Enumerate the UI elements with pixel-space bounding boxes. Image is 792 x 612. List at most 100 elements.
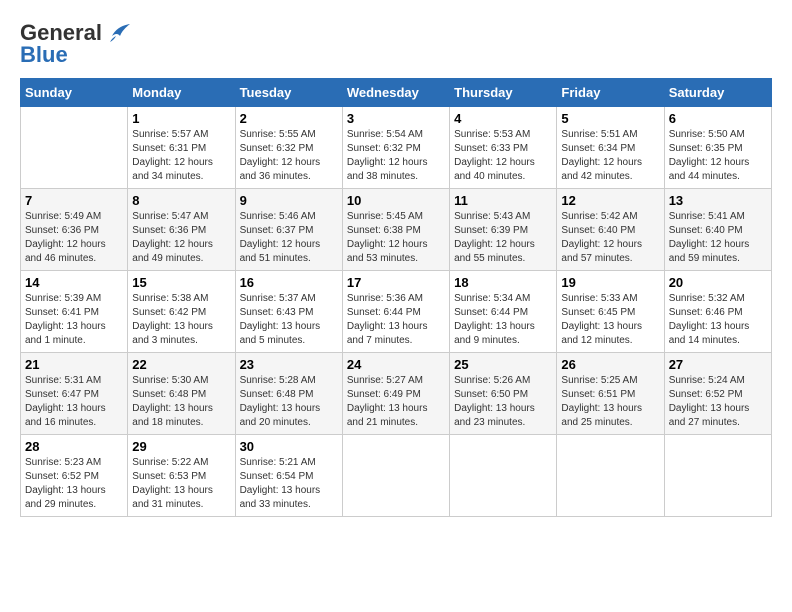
day-info: Sunrise: 5:47 AM Sunset: 6:36 PM Dayligh… xyxy=(132,210,230,266)
logo-blue: Blue xyxy=(20,42,68,68)
day-info: Sunrise: 5:36 AM Sunset: 6:44 PM Dayligh… xyxy=(347,292,445,348)
calendar-cell: 22 Sunrise: 5:30 AM Sunset: 6:48 PM Dayl… xyxy=(128,353,235,435)
day-info: Sunrise: 5:50 AM Sunset: 6:35 PM Dayligh… xyxy=(669,128,767,184)
day-info: Sunrise: 5:43 AM Sunset: 6:39 PM Dayligh… xyxy=(454,210,552,266)
calendar-cell xyxy=(557,435,664,517)
day-number: 18 xyxy=(454,275,552,290)
calendar-cell: 23 Sunrise: 5:28 AM Sunset: 6:48 PM Dayl… xyxy=(235,353,342,435)
day-number: 26 xyxy=(561,357,659,372)
day-info: Sunrise: 5:55 AM Sunset: 6:32 PM Dayligh… xyxy=(240,128,338,184)
day-number: 11 xyxy=(454,193,552,208)
calendar-cell: 7 Sunrise: 5:49 AM Sunset: 6:36 PM Dayli… xyxy=(21,189,128,271)
day-info: Sunrise: 5:34 AM Sunset: 6:44 PM Dayligh… xyxy=(454,292,552,348)
calendar-cell: 28 Sunrise: 5:23 AM Sunset: 6:52 PM Dayl… xyxy=(21,435,128,517)
day-info: Sunrise: 5:37 AM Sunset: 6:43 PM Dayligh… xyxy=(240,292,338,348)
day-info: Sunrise: 5:39 AM Sunset: 6:41 PM Dayligh… xyxy=(25,292,123,348)
col-header-saturday: Saturday xyxy=(664,79,771,107)
day-number: 24 xyxy=(347,357,445,372)
day-number: 13 xyxy=(669,193,767,208)
calendar-cell: 27 Sunrise: 5:24 AM Sunset: 6:52 PM Dayl… xyxy=(664,353,771,435)
day-info: Sunrise: 5:53 AM Sunset: 6:33 PM Dayligh… xyxy=(454,128,552,184)
calendar-cell: 24 Sunrise: 5:27 AM Sunset: 6:49 PM Dayl… xyxy=(342,353,449,435)
col-header-monday: Monday xyxy=(128,79,235,107)
calendar-cell: 19 Sunrise: 5:33 AM Sunset: 6:45 PM Dayl… xyxy=(557,271,664,353)
calendar-cell: 26 Sunrise: 5:25 AM Sunset: 6:51 PM Dayl… xyxy=(557,353,664,435)
day-number: 15 xyxy=(132,275,230,290)
day-info: Sunrise: 5:23 AM Sunset: 6:52 PM Dayligh… xyxy=(25,456,123,512)
day-info: Sunrise: 5:42 AM Sunset: 6:40 PM Dayligh… xyxy=(561,210,659,266)
day-info: Sunrise: 5:57 AM Sunset: 6:31 PM Dayligh… xyxy=(132,128,230,184)
day-info: Sunrise: 5:26 AM Sunset: 6:50 PM Dayligh… xyxy=(454,374,552,430)
calendar-cell: 5 Sunrise: 5:51 AM Sunset: 6:34 PM Dayli… xyxy=(557,107,664,189)
day-number: 25 xyxy=(454,357,552,372)
day-number: 8 xyxy=(132,193,230,208)
calendar-cell: 9 Sunrise: 5:46 AM Sunset: 6:37 PM Dayli… xyxy=(235,189,342,271)
day-info: Sunrise: 5:45 AM Sunset: 6:38 PM Dayligh… xyxy=(347,210,445,266)
day-number: 14 xyxy=(25,275,123,290)
day-number: 27 xyxy=(669,357,767,372)
calendar-cell xyxy=(342,435,449,517)
calendar-cell: 2 Sunrise: 5:55 AM Sunset: 6:32 PM Dayli… xyxy=(235,107,342,189)
day-info: Sunrise: 5:46 AM Sunset: 6:37 PM Dayligh… xyxy=(240,210,338,266)
day-number: 10 xyxy=(347,193,445,208)
day-number: 30 xyxy=(240,439,338,454)
day-number: 16 xyxy=(240,275,338,290)
calendar-cell: 1 Sunrise: 5:57 AM Sunset: 6:31 PM Dayli… xyxy=(128,107,235,189)
day-info: Sunrise: 5:27 AM Sunset: 6:49 PM Dayligh… xyxy=(347,374,445,430)
day-number: 3 xyxy=(347,111,445,126)
day-number: 17 xyxy=(347,275,445,290)
col-header-wednesday: Wednesday xyxy=(342,79,449,107)
calendar-cell: 4 Sunrise: 5:53 AM Sunset: 6:33 PM Dayli… xyxy=(450,107,557,189)
calendar-cell: 17 Sunrise: 5:36 AM Sunset: 6:44 PM Dayl… xyxy=(342,271,449,353)
day-number: 20 xyxy=(669,275,767,290)
calendar-cell: 30 Sunrise: 5:21 AM Sunset: 6:54 PM Dayl… xyxy=(235,435,342,517)
calendar-cell: 13 Sunrise: 5:41 AM Sunset: 6:40 PM Dayl… xyxy=(664,189,771,271)
day-number: 19 xyxy=(561,275,659,290)
day-number: 22 xyxy=(132,357,230,372)
day-number: 5 xyxy=(561,111,659,126)
calendar-cell: 12 Sunrise: 5:42 AM Sunset: 6:40 PM Dayl… xyxy=(557,189,664,271)
day-info: Sunrise: 5:51 AM Sunset: 6:34 PM Dayligh… xyxy=(561,128,659,184)
calendar-cell xyxy=(450,435,557,517)
logo: General Blue xyxy=(20,20,132,68)
day-info: Sunrise: 5:33 AM Sunset: 6:45 PM Dayligh… xyxy=(561,292,659,348)
day-info: Sunrise: 5:21 AM Sunset: 6:54 PM Dayligh… xyxy=(240,456,338,512)
calendar-cell: 29 Sunrise: 5:22 AM Sunset: 6:53 PM Dayl… xyxy=(128,435,235,517)
col-header-friday: Friday xyxy=(557,79,664,107)
day-number: 4 xyxy=(454,111,552,126)
day-info: Sunrise: 5:30 AM Sunset: 6:48 PM Dayligh… xyxy=(132,374,230,430)
day-info: Sunrise: 5:22 AM Sunset: 6:53 PM Dayligh… xyxy=(132,456,230,512)
logo-bird-icon xyxy=(102,22,132,44)
calendar-cell xyxy=(21,107,128,189)
day-info: Sunrise: 5:32 AM Sunset: 6:46 PM Dayligh… xyxy=(669,292,767,348)
day-number: 6 xyxy=(669,111,767,126)
calendar-cell: 3 Sunrise: 5:54 AM Sunset: 6:32 PM Dayli… xyxy=(342,107,449,189)
calendar-cell: 21 Sunrise: 5:31 AM Sunset: 6:47 PM Dayl… xyxy=(21,353,128,435)
col-header-sunday: Sunday xyxy=(21,79,128,107)
calendar-cell: 8 Sunrise: 5:47 AM Sunset: 6:36 PM Dayli… xyxy=(128,189,235,271)
day-number: 2 xyxy=(240,111,338,126)
day-number: 21 xyxy=(25,357,123,372)
day-number: 29 xyxy=(132,439,230,454)
calendar-cell: 18 Sunrise: 5:34 AM Sunset: 6:44 PM Dayl… xyxy=(450,271,557,353)
calendar-table: SundayMondayTuesdayWednesdayThursdayFrid… xyxy=(20,78,772,517)
calendar-cell: 6 Sunrise: 5:50 AM Sunset: 6:35 PM Dayli… xyxy=(664,107,771,189)
day-number: 12 xyxy=(561,193,659,208)
day-info: Sunrise: 5:31 AM Sunset: 6:47 PM Dayligh… xyxy=(25,374,123,430)
calendar-cell: 20 Sunrise: 5:32 AM Sunset: 6:46 PM Dayl… xyxy=(664,271,771,353)
day-number: 23 xyxy=(240,357,338,372)
day-info: Sunrise: 5:28 AM Sunset: 6:48 PM Dayligh… xyxy=(240,374,338,430)
calendar-cell xyxy=(664,435,771,517)
calendar-cell: 16 Sunrise: 5:37 AM Sunset: 6:43 PM Dayl… xyxy=(235,271,342,353)
day-number: 9 xyxy=(240,193,338,208)
calendar-cell: 14 Sunrise: 5:39 AM Sunset: 6:41 PM Dayl… xyxy=(21,271,128,353)
calendar-cell: 11 Sunrise: 5:43 AM Sunset: 6:39 PM Dayl… xyxy=(450,189,557,271)
calendar-cell: 10 Sunrise: 5:45 AM Sunset: 6:38 PM Dayl… xyxy=(342,189,449,271)
col-header-thursday: Thursday xyxy=(450,79,557,107)
page-header: General Blue xyxy=(20,20,772,68)
calendar-cell: 15 Sunrise: 5:38 AM Sunset: 6:42 PM Dayl… xyxy=(128,271,235,353)
day-info: Sunrise: 5:54 AM Sunset: 6:32 PM Dayligh… xyxy=(347,128,445,184)
day-number: 28 xyxy=(25,439,123,454)
calendar-cell: 25 Sunrise: 5:26 AM Sunset: 6:50 PM Dayl… xyxy=(450,353,557,435)
day-number: 7 xyxy=(25,193,123,208)
